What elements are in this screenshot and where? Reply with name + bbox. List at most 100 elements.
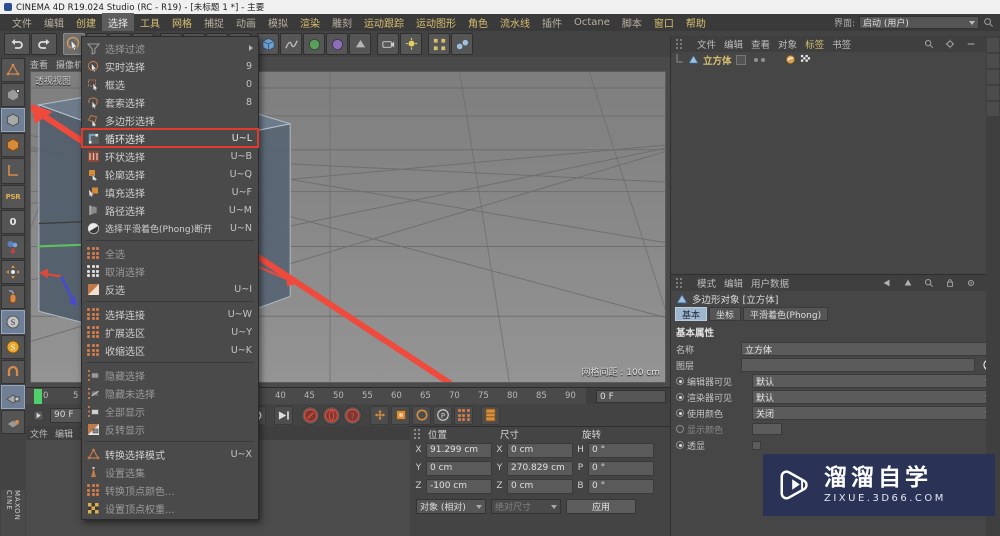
attribute-menu-userdata[interactable]: 用户数据 <box>751 276 789 290</box>
add-cube-button[interactable] <box>257 33 279 55</box>
search-icon[interactable] <box>924 39 934 49</box>
size-x-input[interactable]: 0 cm <box>507 442 573 458</box>
menu-item-file[interactable]: 文件 <box>6 13 38 32</box>
render-visibility-select[interactable]: 默认 <box>752 390 995 404</box>
menu-item-lasso-selection[interactable]: 套索选择 8 <box>82 93 258 111</box>
xray-checkbox[interactable] <box>752 440 761 450</box>
object-menu-tags[interactable]: 标签 <box>805 37 824 51</box>
menu-item-select-all[interactable]: 全选 <box>82 244 258 262</box>
menu-item-octane[interactable]: Octane <box>568 15 616 30</box>
back-arrow-icon[interactable] <box>882 278 892 288</box>
object-menu-object[interactable]: 对象 <box>778 37 797 51</box>
size-z-input[interactable]: 0 cm <box>507 478 573 494</box>
phong-tag-icon[interactable] <box>785 54 796 65</box>
position-z-input[interactable]: -100 cm <box>426 478 492 494</box>
viewport-menu-camera[interactable]: 摄像机 <box>56 58 83 71</box>
menu-item-path-selection[interactable]: 路径选择 U~M <box>82 201 258 219</box>
interface-select[interactable]: 启动 (用户) <box>859 16 979 29</box>
add-spline-button[interactable] <box>280 33 302 55</box>
object-menu-file[interactable]: 文件 <box>697 37 716 51</box>
up-arrow-icon[interactable] <box>903 278 913 288</box>
menu-item-mesh[interactable]: 网格 <box>166 13 198 32</box>
grip-icon[interactable] <box>414 429 424 439</box>
autokeying-button[interactable] <box>322 405 341 425</box>
grip-icon[interactable] <box>676 39 686 49</box>
add-scene-object-button[interactable] <box>349 33 371 55</box>
size-mode-select[interactable]: 绝对尺寸 <box>491 499 561 514</box>
menu-item-hide-selected[interactable]: 隐藏选择 <box>82 366 258 384</box>
content-browser-icon[interactable] <box>987 38 999 52</box>
editor-visibility-select[interactable]: 默认 <box>752 374 995 388</box>
apply-button[interactable]: 应用 <box>566 499 636 514</box>
menu-item-simulate[interactable]: 模拟 <box>262 13 294 32</box>
rotation-b-input[interactable]: 0 ° <box>588 478 654 494</box>
menu-item-grow-selection[interactable]: 扩展选区 U~Y <box>82 323 258 341</box>
make-editable-button[interactable] <box>1 58 25 82</box>
menu-item-render[interactable]: 渲染 <box>294 13 326 32</box>
scale-key-button[interactable] <box>391 405 410 425</box>
menu-item-live-selection[interactable]: 实时选择 9 <box>82 57 258 75</box>
menu-item-snap[interactable]: 捕捉 <box>198 13 230 32</box>
material-menu-file[interactable]: 文件 <box>30 427 48 440</box>
render-visibility-radio[interactable] <box>676 393 684 401</box>
use-color-radio[interactable] <box>676 409 684 417</box>
visibility-dots[interactable] <box>753 57 765 62</box>
current-frame-field[interactable]: 0 F <box>596 390 666 403</box>
menu-item-select-filter[interactable]: 选择过滤 <box>82 39 258 57</box>
pla-key-button[interactable] <box>454 405 473 425</box>
menu-item-set-selection[interactable]: 设置选集 <box>82 463 258 481</box>
menu-item-show-all[interactable]: 全部显示 <box>82 402 258 420</box>
redo-button[interactable] <box>31 33 57 55</box>
tab-coordinates[interactable]: 坐标 <box>709 307 742 321</box>
object-name-label[interactable]: 立方体 <box>703 53 732 67</box>
gear-icon[interactable] <box>945 39 955 49</box>
menu-item-invert-visibility[interactable]: 反转显示 <box>82 420 258 438</box>
render-visibility-dot[interactable] <box>760 57 765 62</box>
parameter-key-button[interactable]: P <box>433 405 452 425</box>
position-y-input[interactable]: 0 cm <box>426 460 492 476</box>
menu-item-invert-selection[interactable]: 反选 U~I <box>82 280 258 298</box>
tab-basic[interactable]: 基本 <box>675 307 708 321</box>
menu-item-deselect-all[interactable]: 取消选择 <box>82 262 258 280</box>
mograph-button[interactable] <box>428 33 450 55</box>
undo-button[interactable] <box>4 33 30 55</box>
search-icon[interactable] <box>983 17 994 28</box>
object-menu-edit[interactable]: 编辑 <box>724 37 743 51</box>
menu-item-set-vertex-weight[interactable]: 设置顶点权重... <box>82 499 258 517</box>
minimize-icon[interactable] <box>966 39 976 49</box>
menu-item-pipeline[interactable]: 流水线 <box>494 13 536 32</box>
go-to-end-button[interactable] <box>274 405 293 425</box>
record-active-objects-button[interactable] <box>301 405 320 425</box>
layer-input[interactable] <box>741 358 975 372</box>
add-camera-button[interactable] <box>377 33 399 55</box>
xray-radio[interactable] <box>676 441 684 449</box>
object-menu-bookmarks[interactable]: 书签 <box>832 37 851 51</box>
menu-item-select[interactable]: 选择 <box>102 13 134 32</box>
size-y-input[interactable]: 270.829 cm <box>507 460 573 476</box>
menu-item-edit[interactable]: 编辑 <box>38 13 70 32</box>
menu-item-convert-selection-mode[interactable]: 转换选择模式 U~X <box>82 445 258 463</box>
display-color-radio[interactable] <box>676 425 684 433</box>
timeline-playhead[interactable] <box>34 389 42 404</box>
menu-item-motion-tracker[interactable]: 运动跟踪 <box>358 13 410 32</box>
timeline-toggle-button[interactable] <box>481 405 500 425</box>
attribute-menu-edit[interactable]: 编辑 <box>724 276 743 290</box>
menu-item-ring-selection[interactable]: 环状选择 U~B <box>82 147 258 165</box>
mouse-tool-button[interactable] <box>1 285 25 309</box>
menu-item-animate[interactable]: 动画 <box>230 13 262 32</box>
playback-expand-button[interactable] <box>29 406 48 425</box>
editor-visibility-radio[interactable] <box>676 377 684 385</box>
add-light-button[interactable] <box>400 33 422 55</box>
name-input[interactable]: 立方体 <box>741 342 995 356</box>
menu-item-polygon-selection[interactable]: 多边形选择 <box>82 111 258 129</box>
menu-item-script[interactable]: 脚本 <box>616 13 648 32</box>
menu-item-shrink-selection[interactable]: 收缩选区 U~K <box>82 341 258 359</box>
menu-item-sculpt[interactable]: 雕刻 <box>326 13 358 32</box>
snap-button[interactable]: S <box>1 310 25 334</box>
menu-item-tools[interactable]: 工具 <box>134 13 166 32</box>
add-deformer-button[interactable] <box>326 33 348 55</box>
menu-item-help[interactable]: 帮助 <box>680 13 712 32</box>
material-menu-edit[interactable]: 编辑 <box>55 427 73 440</box>
texture-tag-icon[interactable] <box>800 54 811 65</box>
workplane-button[interactable] <box>1 158 25 184</box>
